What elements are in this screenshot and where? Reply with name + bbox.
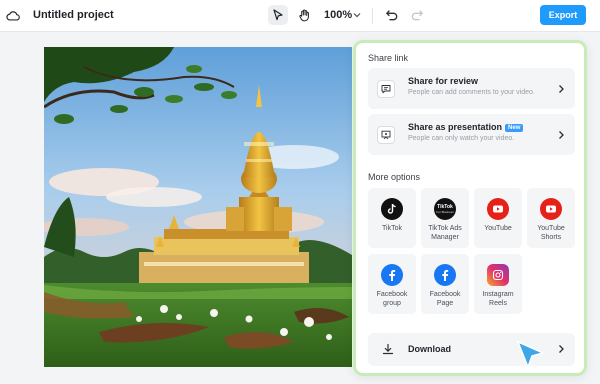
tiktok-ads-manager-label: TikTok Ads Manager [428, 225, 462, 241]
temple-photo [44, 47, 352, 367]
facebook-icon [381, 264, 403, 286]
facebook-page-option[interactable]: Facebook Page [421, 254, 469, 314]
chevron-right-icon [559, 131, 564, 139]
toolbar-divider [372, 8, 373, 24]
more-options-heading: More options [368, 172, 421, 182]
share-as-presentation-label: Share as presentation [408, 122, 503, 132]
share-panel: Share link Share for review People can a… [353, 40, 587, 376]
download-icon [382, 343, 394, 355]
tiktok-option[interactable]: TikTok [368, 188, 416, 248]
hand-icon [298, 9, 309, 21]
share-as-presentation-title: Share as presentation New [408, 122, 524, 132]
share-as-presentation-subtitle: People can only watch your video. [408, 135, 515, 142]
undo-icon[interactable] [385, 8, 399, 22]
mouse-pointer-icon [517, 341, 544, 368]
youtube-option[interactable]: YouTube [474, 188, 522, 248]
youtube-shorts-icon [540, 198, 562, 220]
download-label: Download [408, 344, 451, 354]
hand-tool-button[interactable] [294, 5, 314, 25]
tiktok-ads-manager-option[interactable]: TikTok For Business TikTok Ads Manager [421, 188, 469, 248]
redo-icon[interactable] [410, 8, 424, 22]
youtube-shorts-option[interactable]: YouTube Shorts [527, 188, 575, 248]
chevron-down-icon[interactable] [352, 10, 362, 20]
chevron-right-icon [559, 345, 564, 353]
canvas-image[interactable] [44, 47, 352, 367]
tiktok-business-icon-subtext: For Business [436, 209, 454, 214]
cloud-icon[interactable] [6, 9, 20, 23]
share-as-presentation-button[interactable]: Share as presentation New People can only… [368, 114, 575, 155]
tiktok-icon [381, 198, 403, 220]
tiktok-business-icon: TikTok For Business [434, 198, 456, 220]
share-for-review-subtitle: People can add comments to your video. [408, 89, 535, 96]
youtube-shorts-label: YouTube Shorts [537, 225, 565, 241]
youtube-icon [487, 198, 509, 220]
project-title[interactable]: Untitled project [33, 9, 114, 21]
top-bar: Untitled project 100% Export [0, 0, 600, 32]
instagram-icon [487, 264, 509, 286]
new-badge: New [505, 124, 524, 132]
instagram-reels-option[interactable]: Instagram Reels [474, 254, 522, 314]
presentation-icon [377, 126, 395, 144]
facebook-icon [434, 264, 456, 286]
chevron-right-icon [559, 85, 564, 93]
share-for-review-title: Share for review [408, 76, 479, 86]
facebook-group-label: Facebook group [376, 291, 408, 307]
cursor-icon [273, 9, 283, 21]
share-for-review-button[interactable]: Share for review People can add comments… [368, 68, 575, 109]
tiktok-label: TikTok [382, 225, 402, 232]
facebook-group-option[interactable]: Facebook group [368, 254, 416, 314]
export-button[interactable]: Export [540, 5, 586, 25]
facebook-page-label: Facebook Page [429, 291, 461, 307]
share-link-heading: Share link [368, 53, 409, 63]
youtube-label: YouTube [484, 225, 512, 232]
instagram-reels-label: Instagram Reels [482, 291, 514, 307]
select-tool-button[interactable] [268, 5, 288, 25]
comment-icon [377, 80, 395, 98]
zoom-level[interactable]: 100% [324, 9, 352, 21]
